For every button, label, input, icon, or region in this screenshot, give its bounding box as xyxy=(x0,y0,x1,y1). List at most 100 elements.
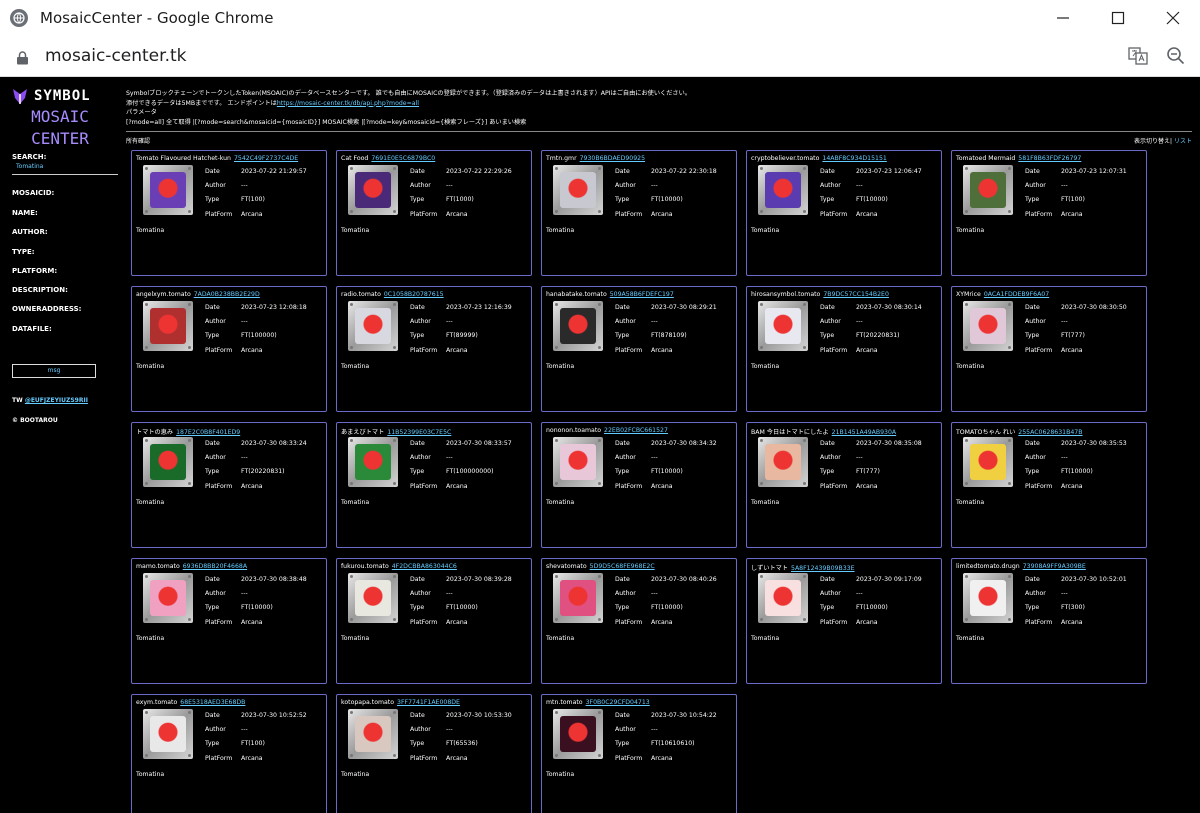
mosaic-card[interactable]: Cat Food 7691E0E5C6879BC0 Date 2023-07-22 2… xyxy=(336,150,532,276)
mosaic-card[interactable]: Tomatoed Mermaid 581F8B63FDF26797 Date 2023… xyxy=(951,150,1147,276)
mosaic-id-link[interactable]: 11B52399E03C7E5C xyxy=(387,429,451,436)
mosaic-thumbnail[interactable] xyxy=(348,573,398,623)
mosaic-card[interactable]: Tmtn.gmr 7930B6BDAED90925 Date 2023-07-22 2… xyxy=(541,150,737,276)
type-value: FT(10000) xyxy=(1061,468,1093,476)
mosaic-thumbnail[interactable] xyxy=(758,437,808,487)
mosaic-card[interactable]: angelxym.tomato 7ADA0B238BB2E29D Date 2023-… xyxy=(131,286,327,412)
mosaic-thumbnail[interactable] xyxy=(963,437,1013,487)
mosaic-card[interactable]: nononon.toamato 22EB02FCBC661527 Date 2023-… xyxy=(541,422,737,548)
mosaic-image xyxy=(560,308,596,344)
mosaic-card[interactable]: mtn.tomato 3F0B0C29CFD04713 Date 2023-07-30… xyxy=(541,694,737,813)
twitter-link[interactable]: @EUFJZEYIUZS9RII xyxy=(25,397,88,404)
mosaic-id-link[interactable]: 22EB02FCBC661527 xyxy=(604,427,668,434)
mosaic-card[interactable]: fukurou.tomato 4F2DCBBA863044C6 Date 2023-0… xyxy=(336,558,532,684)
ownership-check-link[interactable]: 所有確認 xyxy=(126,136,150,145)
mosaic-thumbnail[interactable] xyxy=(348,301,398,351)
mosaic-id-link[interactable]: 73908A9FF9A309BE xyxy=(1023,563,1086,570)
translate-icon[interactable] xyxy=(1126,44,1150,68)
mosaic-id-link[interactable]: 14ABF8C934D15151 xyxy=(822,155,886,162)
author-label: Author xyxy=(615,318,636,326)
mosaic-id-link[interactable]: 187E2C0B8F401ED9 xyxy=(176,429,240,436)
mosaic-id-link[interactable]: 255AC0628631B47B xyxy=(1018,429,1082,436)
mosaic-thumbnail[interactable] xyxy=(143,709,193,759)
mosaic-id-link[interactable]: 3F0B0C29CFD04713 xyxy=(586,699,650,706)
mosaic-thumbnail[interactable] xyxy=(963,301,1013,351)
mosaic-thumbnail[interactable] xyxy=(758,301,808,351)
mosaic-card[interactable]: トマトの恵み 187E2C0B8F401ED9 Date 2023-07-30 08:… xyxy=(131,422,327,548)
mosaic-thumbnail[interactable] xyxy=(348,709,398,759)
mosaic-card[interactable]: あまえびトマト 11B52399E03C7E5C Date 2023-07-30 08… xyxy=(336,422,532,548)
mosaic-card[interactable]: shevatomato 5D9D5C68FE968E2C Date 2023-07-3… xyxy=(541,558,737,684)
mosaic-thumbnail[interactable] xyxy=(143,301,193,351)
mosaic-id-link[interactable]: 509A58B6FDEFC197 xyxy=(610,291,674,298)
mosaic-card[interactable]: TOMATOちゃん れい 255AC0628631B47B Date 2023-07-… xyxy=(951,422,1147,548)
url-text[interactable]: mosaic-center.tk xyxy=(45,46,187,66)
list-view-link[interactable]: リスト xyxy=(1174,138,1192,145)
api-endpoint-link[interactable]: https://mosaic-center.tk/db/api.php?mode… xyxy=(277,100,419,107)
mosaic-card[interactable]: Tomato Flavoured Hatchet-kun 7542C49F2737… xyxy=(131,150,327,276)
mosaic-id-link[interactable]: 0C1058B20787615 xyxy=(384,291,444,298)
mosaic-thumbnail[interactable] xyxy=(143,165,193,215)
mosaic-thumbnail[interactable] xyxy=(143,573,193,623)
mosaic-thumbnail[interactable] xyxy=(553,709,603,759)
mosaic-image xyxy=(970,308,1006,344)
platform-label: PlatForm xyxy=(615,618,643,626)
sidebar-button[interactable]: msg xyxy=(12,364,96,378)
mosaic-id-link[interactable]: 68E5318AED3E68DB xyxy=(180,699,245,706)
mosaic-id-link[interactable]: 7691E0E5C6879BC0 xyxy=(371,155,435,162)
mosaic-id-link[interactable]: 5D9D5C68FE968E2C xyxy=(590,563,655,570)
mosaic-thumbnail[interactable] xyxy=(348,165,398,215)
mosaic-thumbnail[interactable] xyxy=(553,301,603,351)
browser-window: MosaicCenter - Google Chrome mosaic-cent… xyxy=(0,0,1200,813)
mosaic-thumbnail[interactable] xyxy=(963,165,1013,215)
mosaic-name: hanabatake.tomato xyxy=(546,291,607,298)
date-label: Date xyxy=(820,440,835,447)
site-info-icon[interactable] xyxy=(16,50,29,64)
mosaic-card[interactable]: kotopapa.tomato 3FF7741F1AE008DE Date 2023-… xyxy=(336,694,532,813)
mosaic-card[interactable]: mamo.tomato 6936D8BB20F4668A Date 2023-07-3… xyxy=(131,558,327,684)
mosaic-id-link[interactable]: 7ADA0B238BB2E29D xyxy=(194,291,260,298)
mosaic-card[interactable]: exym.tomato 68E5318AED3E68DB Date 2023-07-3… xyxy=(131,694,327,813)
mosaic-card[interactable]: limitedtomato.drugn 73908A9FF9A309BE Date 2… xyxy=(951,558,1147,684)
mosaic-thumbnail[interactable] xyxy=(348,437,398,487)
mosaic-id-link[interactable]: 7930B6BDAED90925 xyxy=(580,155,645,162)
mosaic-thumbnail[interactable] xyxy=(143,437,193,487)
card-footer: Tomatina xyxy=(136,635,165,642)
mosaic-id-link[interactable]: 4F2DCBBA863044C6 xyxy=(392,563,457,570)
mosaic-thumbnail[interactable] xyxy=(553,437,603,487)
author-value: --- xyxy=(241,590,248,598)
mosaic-id-link[interactable]: 581F8B63FDF26797 xyxy=(1018,155,1081,162)
mosaic-thumbnail[interactable] xyxy=(758,573,808,623)
mosaic-thumbnail[interactable] xyxy=(553,573,603,623)
date-value: 2023-07-30 08:35:53 xyxy=(1061,440,1127,447)
search-input[interactable]: Tomatina xyxy=(16,163,43,170)
mosaic-card[interactable]: hirosansymbol.tomato 7B9DC57CC154B2E0 Date… xyxy=(746,286,942,412)
card-header: exym.tomato 68E5318AED3E68DB xyxy=(136,699,245,706)
mosaic-card[interactable]: hanabatake.tomato 509A58B6FDEFC197 Date 202… xyxy=(541,286,737,412)
mosaic-thumbnail[interactable] xyxy=(758,165,808,215)
site-logo[interactable]: SYMBOL MOSAIC CENTER xyxy=(12,87,122,149)
mosaic-card[interactable]: XYMrice 0ACA1FDDEB9F6A07 Date 2023-07-30 08… xyxy=(951,286,1147,412)
mosaic-thumbnail[interactable] xyxy=(553,165,603,215)
mosaic-id-link[interactable]: 21B1451A49AB930A xyxy=(832,429,897,436)
mosaic-image xyxy=(560,172,596,208)
mosaic-card[interactable]: しずいトマト 5A8F12439B09B33E Date 2023-07-30 09:… xyxy=(746,558,942,684)
mosaic-thumbnail[interactable] xyxy=(963,573,1013,623)
mosaic-meta: Date 2023-07-22 22:30:18 Author --- Type FT(1… xyxy=(615,168,717,225)
mosaic-card[interactable]: radio.tomato 0C1058B20787615 Date 2023-07-2… xyxy=(336,286,532,412)
platform-label: PlatForm xyxy=(820,346,848,354)
mosaic-card[interactable]: cryptobeliever.tomato 14ABF8C934D15151 Dat… xyxy=(746,150,942,276)
minimize-button[interactable] xyxy=(1035,0,1090,36)
mosaic-id-link[interactable]: 7B9DC57CC154B2E0 xyxy=(823,291,889,298)
mosaic-card[interactable]: BAM 今日はトマトにしたよ 21B1451A49AB930A Date 2023-0… xyxy=(746,422,942,548)
mosaic-id-link[interactable]: 3FF7741F1AE008DE xyxy=(397,699,460,706)
close-button[interactable] xyxy=(1145,0,1200,36)
maximize-button[interactable] xyxy=(1090,0,1145,36)
mosaic-id-link[interactable]: 6936D8BB20F4668A xyxy=(183,563,247,570)
mosaic-id-link[interactable]: 5A8F12439B09B33E xyxy=(791,565,855,572)
mosaic-id-link[interactable]: 7542C49F2737C4DE xyxy=(234,155,298,162)
zoom-out-icon[interactable] xyxy=(1164,44,1188,68)
owneraddress-label: OWNERADDRESS: xyxy=(12,305,82,313)
mosaic-id-link[interactable]: 0ACA1FDDEB9F6A07 xyxy=(984,291,1049,298)
mosaic-name: radio.tomato xyxy=(341,291,381,298)
